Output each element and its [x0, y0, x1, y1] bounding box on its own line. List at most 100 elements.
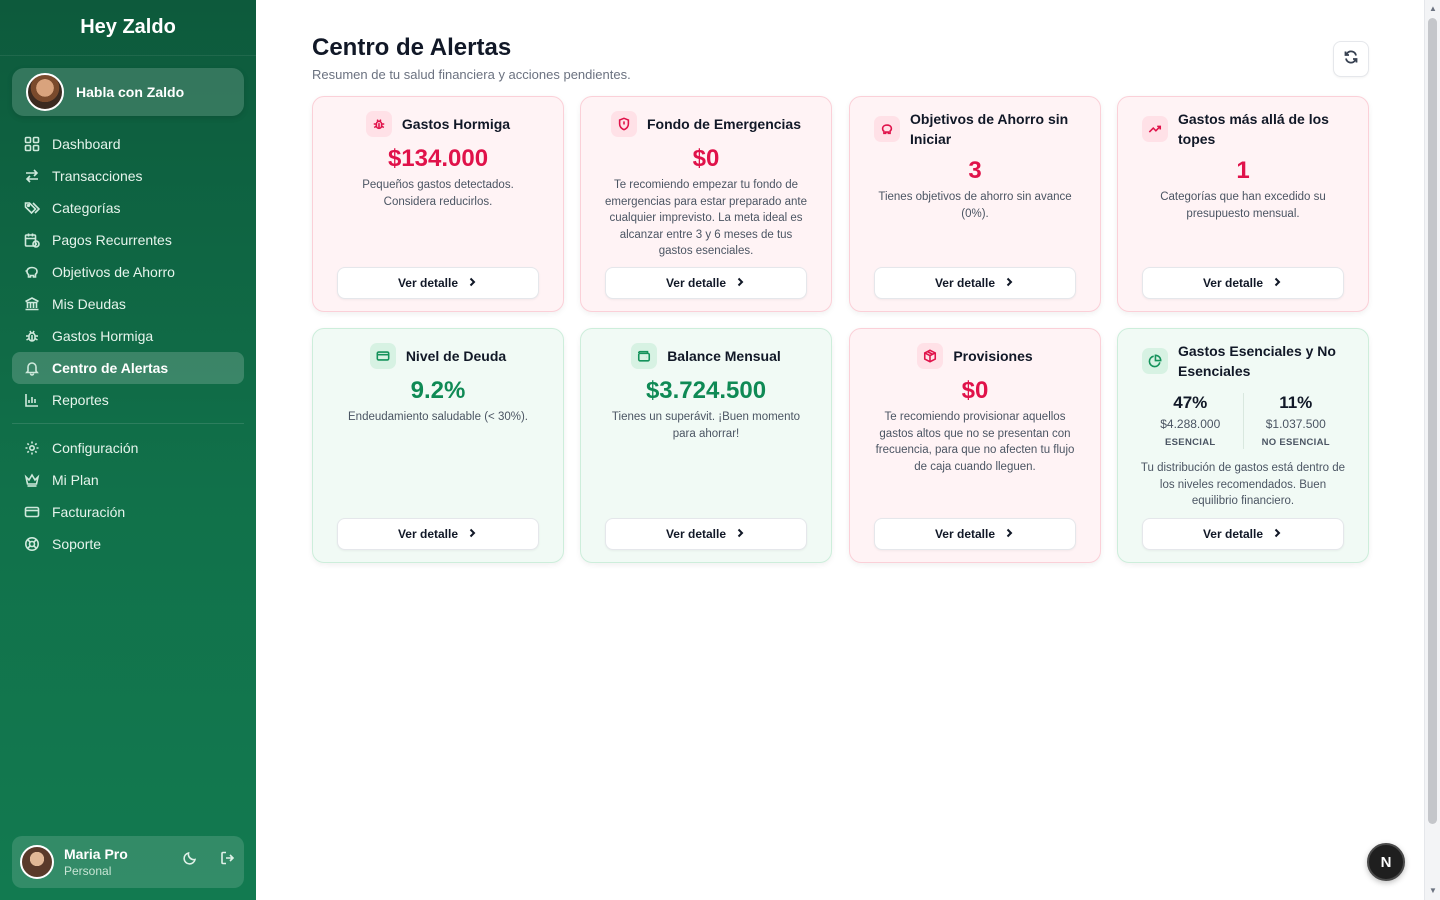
- sidebar-item-facturacion[interactable]: Facturación: [12, 496, 244, 528]
- pie-chart-icon: [1142, 348, 1168, 374]
- card-description: Te recomiendo empezar tu fondo de emerge…: [604, 179, 807, 257]
- essential-percent: 47%: [1173, 393, 1208, 412]
- card-value: 1: [1236, 157, 1250, 184]
- button-label: Ver detalle: [665, 527, 727, 541]
- sidebar-item-label: Dashboard: [52, 136, 121, 152]
- ver-detalle-button[interactable]: Ver detalle: [337, 518, 539, 550]
- sidebar-item-gastos-hormiga[interactable]: Gastos Hormiga: [12, 320, 244, 352]
- nextjs-dev-badge[interactable]: N: [1367, 843, 1405, 881]
- bell-icon: [24, 360, 40, 376]
- ver-detalle-button[interactable]: Ver detalle: [874, 267, 1076, 299]
- sidebar-item-label: Mis Deudas: [52, 296, 126, 312]
- card-title: Balance Mensual: [667, 348, 781, 364]
- sidebar-item-label: Pagos Recurrentes: [52, 232, 172, 248]
- sidebar-item-transacciones[interactable]: Transacciones: [12, 160, 244, 192]
- calendar-clock-icon: [24, 232, 40, 248]
- page-title: Centro de Alertas: [312, 34, 512, 61]
- bar-chart-icon: [24, 392, 40, 408]
- card-title: Provisiones: [953, 348, 1033, 364]
- page-scrollbar[interactable]: ▲ ▼: [1424, 0, 1440, 900]
- button-label: Ver detalle: [397, 527, 459, 541]
- non-essential-label: NO ESENCIAL: [1261, 437, 1330, 448]
- card-value: $3.724.500: [645, 377, 767, 404]
- card-description: Pequeños gastos detectados. Considera re…: [362, 179, 514, 208]
- dashboard-icon: [24, 136, 40, 152]
- card-title: Gastos Esenciales y No Esenciales: [1178, 343, 1336, 379]
- sidebar-item-mi-plan[interactable]: Mi Plan: [12, 464, 244, 496]
- button-label: Ver detalle: [665, 276, 727, 290]
- chevron-right-icon: [995, 276, 1015, 291]
- chevron-right-icon: [995, 527, 1015, 542]
- sidebar-item-centro-de-alertas[interactable]: Centro de Alertas: [12, 352, 244, 384]
- piggy-bank-icon: [24, 264, 40, 280]
- user-name: Maria Pro: [64, 846, 128, 862]
- package-icon: [917, 343, 944, 369]
- sidebar-item-reportes[interactable]: Reportes: [12, 384, 244, 416]
- card-value: 3: [968, 157, 982, 184]
- moon-icon[interactable]: [182, 850, 198, 871]
- bug-icon: [24, 328, 40, 344]
- sidebar-divider: [12, 423, 244, 424]
- sidebar-item-configuracion[interactable]: Configuración: [12, 432, 244, 464]
- sidebar-item-label: Gastos Hormiga: [52, 328, 154, 344]
- brand-logo[interactable]: Hey Zaldo: [0, 0, 256, 56]
- refresh-button[interactable]: [1333, 41, 1369, 77]
- sidebar-nav: Dashboard Transacciones Categorías Pagos…: [12, 128, 244, 560]
- chat-button-label: Habla con Zaldo: [76, 84, 185, 100]
- gear-icon: [24, 440, 40, 456]
- crown-icon: [24, 472, 40, 488]
- ver-detalle-button[interactable]: Ver detalle: [874, 518, 1076, 550]
- shield-icon: [610, 111, 637, 137]
- sidebar: Hey Zaldo Habla con Zaldo Dashboard Tran…: [0, 0, 256, 900]
- ver-detalle-button[interactable]: Ver detalle: [605, 518, 807, 550]
- non-essential-percent: 11%: [1279, 393, 1313, 412]
- card-value: $0: [692, 145, 720, 172]
- chevron-right-icon: [1263, 527, 1283, 542]
- ver-detalle-button[interactable]: Ver detalle: [1142, 267, 1344, 299]
- alert-card-balance-mensual: Balance Mensual $3.724.500 Tienes un sup…: [580, 328, 832, 563]
- scroll-down-arrow-icon[interactable]: ▼: [1428, 886, 1438, 896]
- essential-amount: $4.288.000: [1160, 417, 1221, 431]
- chevron-right-icon: [458, 527, 478, 542]
- scroll-thumb[interactable]: [1428, 18, 1437, 824]
- wallet-icon: [631, 343, 658, 369]
- chevron-right-icon: [1263, 276, 1283, 291]
- card-description: Tu distribución de gastos está dentro de…: [1140, 462, 1346, 507]
- lifebuoy-icon: [24, 536, 40, 552]
- ver-detalle-button[interactable]: Ver detalle: [605, 267, 807, 299]
- card-value: $0: [961, 377, 989, 404]
- card-title: Gastos más allá de los topes: [1178, 111, 1329, 147]
- sidebar-item-categorias[interactable]: Categorías: [12, 192, 244, 224]
- alert-card-provisiones: Provisiones $0 Te recomiendo provisionar…: [849, 328, 1101, 563]
- essential-label: ESENCIAL: [1165, 437, 1216, 448]
- user-profile-card[interactable]: Maria Pro Personal: [12, 836, 244, 888]
- sidebar-item-soporte[interactable]: Soporte: [12, 528, 244, 560]
- chevron-right-icon: [458, 276, 478, 291]
- sidebar-item-label: Soporte: [52, 536, 102, 552]
- button-label: Ver detalle: [934, 527, 996, 541]
- scroll-up-arrow-icon[interactable]: ▲: [1428, 4, 1438, 14]
- sidebar-item-objetivos-de-ahorro[interactable]: Objetivos de Ahorro: [12, 256, 244, 288]
- sidebar-item-label: Reportes: [52, 392, 109, 408]
- alert-card-nivel-deuda: Nivel de Deuda 9.2% Endeudamiento saluda…: [312, 328, 564, 563]
- alert-card-objetivos-ahorro: Objetivos de Ahorro sin Iniciar 3 Tienes…: [849, 96, 1101, 312]
- sidebar-item-mis-deudas[interactable]: Mis Deudas: [12, 288, 244, 320]
- alert-card-gastos-esenciales: Gastos Esenciales y No Esenciales 47% $4…: [1117, 328, 1369, 563]
- card-description: Endeudamiento saludable (< 30%).: [348, 411, 528, 423]
- user-avatar: [20, 845, 54, 879]
- sidebar-item-label: Facturación: [52, 504, 126, 520]
- ver-detalle-button[interactable]: Ver detalle: [337, 267, 539, 299]
- card-description: Categorías que han excedido su presupues…: [1160, 191, 1326, 220]
- chat-with-zaldo-button[interactable]: Habla con Zaldo: [12, 68, 244, 116]
- credit-card-icon: [24, 504, 40, 520]
- sidebar-item-label: Centro de Alertas: [52, 360, 169, 376]
- sidebar-item-label: Configuración: [52, 440, 139, 456]
- logout-icon[interactable]: [220, 850, 236, 871]
- sidebar-item-dashboard[interactable]: Dashboard: [12, 128, 244, 160]
- user-plan: Personal: [64, 864, 112, 878]
- assistant-avatar: [26, 73, 64, 111]
- ver-detalle-button[interactable]: Ver detalle: [1142, 518, 1344, 550]
- chevron-right-icon: [726, 276, 746, 291]
- chevron-right-icon: [726, 527, 746, 542]
- sidebar-item-pagos-recurrentes[interactable]: Pagos Recurrentes: [12, 224, 244, 256]
